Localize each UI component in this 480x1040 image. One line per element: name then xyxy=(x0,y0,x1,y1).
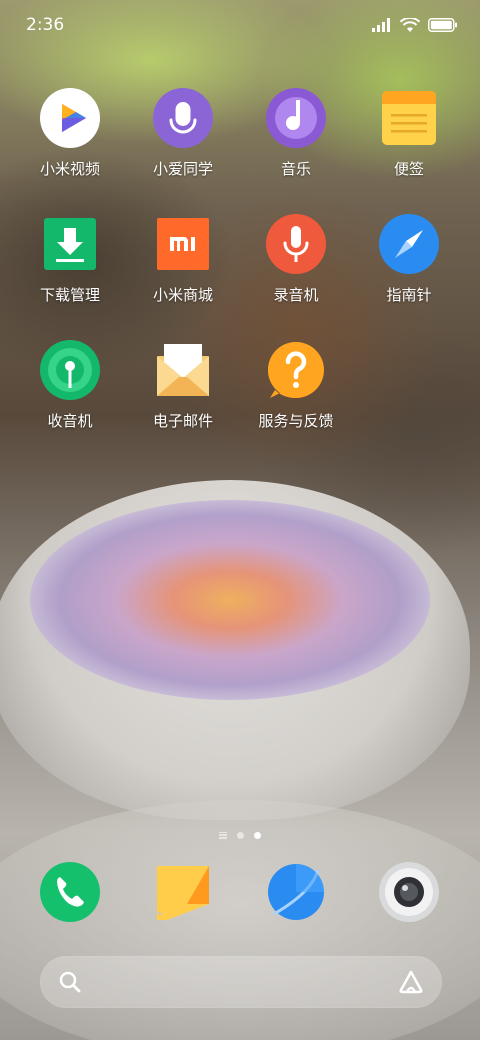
app-music[interactable]: 音乐 xyxy=(240,88,352,179)
app-label: 小米商城 xyxy=(152,286,213,304)
email-icon xyxy=(153,340,213,400)
signal-icon xyxy=(372,18,390,32)
download-icon xyxy=(40,214,100,274)
radio-icon xyxy=(40,340,100,400)
dock xyxy=(0,862,480,926)
app-label: 小米视频 xyxy=(39,160,100,178)
app-compass[interactable]: 指南针 xyxy=(353,214,465,305)
app-email[interactable]: 电子邮件 xyxy=(127,340,239,431)
xiaoai-icon xyxy=(153,88,213,148)
status-bar: 2:36 xyxy=(0,0,480,50)
dock-camera[interactable] xyxy=(353,862,465,922)
app-label: 指南针 xyxy=(386,286,432,304)
app-notes[interactable]: 便签 xyxy=(353,88,465,179)
dock-messages[interactable] xyxy=(127,862,239,922)
app-label: 音乐 xyxy=(280,160,311,178)
message-icon xyxy=(153,862,213,922)
browser-icon xyxy=(266,862,326,922)
search-icon xyxy=(59,971,81,993)
mi-video-icon xyxy=(40,88,100,148)
dock-browser[interactable] xyxy=(240,862,352,922)
wifi-icon xyxy=(400,17,420,32)
search-bar[interactable] xyxy=(40,956,442,1008)
app-label: 服务与反馈 xyxy=(258,412,334,430)
app-label: 电子邮件 xyxy=(152,412,213,430)
app-label: 便签 xyxy=(393,160,424,178)
app-service-feedback[interactable]: 服务与反馈 xyxy=(240,340,352,431)
page-indicator-menu xyxy=(219,831,227,839)
phone-icon xyxy=(40,862,100,922)
page-dot-active xyxy=(254,831,261,839)
notes-icon xyxy=(379,88,439,148)
app-radio[interactable]: 收音机 xyxy=(14,340,126,431)
app-label: 下载管理 xyxy=(39,286,100,304)
wallpaper-cup-rim xyxy=(30,500,430,700)
app-recorder[interactable]: 录音机 xyxy=(240,214,352,305)
status-time: 2:36 xyxy=(26,15,65,35)
battery-icon xyxy=(428,18,457,32)
help-icon xyxy=(266,340,326,400)
app-label: 小爱同学 xyxy=(152,160,213,178)
app-mi-video[interactable]: 小米视频 xyxy=(14,88,126,179)
camera-icon xyxy=(379,862,439,922)
app-label: 录音机 xyxy=(273,286,319,304)
music-icon xyxy=(266,88,326,148)
app-label: 收音机 xyxy=(47,412,93,430)
app-mi-store[interactable]: 小米商城 xyxy=(127,214,239,305)
app-xiaoai[interactable]: 小爱同学 xyxy=(127,88,239,179)
page-indicator[interactable] xyxy=(0,828,480,842)
compass-icon xyxy=(379,214,439,274)
status-icons xyxy=(372,16,458,34)
mi-store-icon xyxy=(153,214,213,274)
xiaoai-assistant-icon[interactable] xyxy=(398,969,424,995)
page-dot xyxy=(237,831,244,839)
app-download-manager[interactable]: 下载管理 xyxy=(14,214,126,305)
dock-phone[interactable] xyxy=(14,862,126,922)
recorder-icon xyxy=(266,214,326,274)
